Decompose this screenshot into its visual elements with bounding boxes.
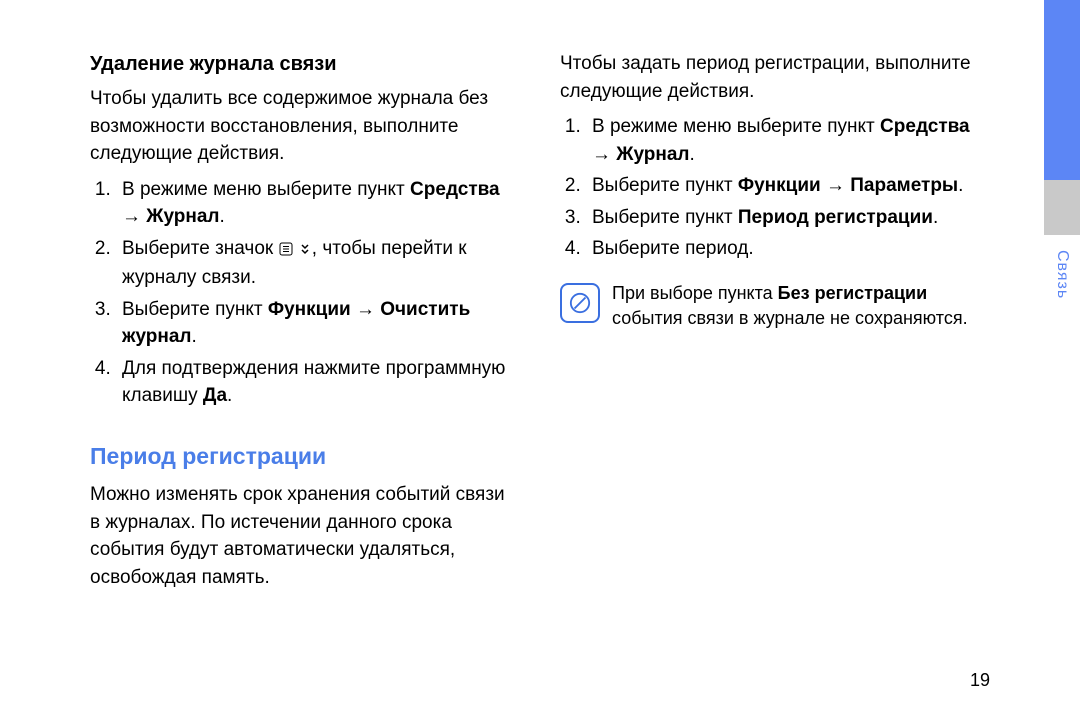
steps-set-period: В режиме меню выберите пункт Средства → … (560, 113, 990, 263)
side-tab-label-wrap: Связь (1044, 250, 1080, 370)
list-item: Выберите значок (116, 235, 520, 292)
left-column: Удаление журнала связи Чтобы удалить все… (90, 50, 520, 592)
note-icon (560, 283, 600, 323)
list-item: В режиме меню выберите пункт Средства → … (116, 176, 520, 231)
side-tab-blue (1044, 0, 1080, 180)
paragraph-registration-period: Можно изменять срок хранения событий свя… (90, 481, 520, 591)
intro-set-period: Чтобы задать период регистрации, выполни… (560, 50, 990, 105)
right-column: Чтобы задать период регистрации, выполни… (560, 50, 990, 592)
list-item: В режиме меню выберите пункт Средства → … (586, 113, 990, 168)
subheading-delete-log: Удаление журнала связи (90, 50, 520, 79)
down-arrows-icon (298, 237, 312, 265)
note-text: При выборе пункта Без регистрации событи… (612, 281, 990, 331)
intro-delete-log: Чтобы удалить все содержимое журнала без… (90, 85, 520, 168)
list-item: Выберите пункт Функции → Параметры. (586, 172, 990, 200)
steps-delete-log: В режиме меню выберите пункт Средства → … (90, 176, 520, 410)
page-number: 19 (970, 670, 990, 691)
list-item: Для подтверждения нажмите программную кл… (116, 355, 520, 410)
list-item: Выберите пункт Период регистрации. (586, 204, 990, 232)
list-item: Выберите пункт Функции → Очистить журнал… (116, 296, 520, 351)
note-box: При выборе пункта Без регистрации событи… (560, 281, 990, 331)
section-title-registration-period: Период регистрации (90, 440, 520, 473)
list-item: Выберите период. (586, 235, 990, 263)
side-tab-label: Связь (1053, 250, 1071, 299)
log-icon (279, 237, 293, 265)
side-tab-gray (1044, 180, 1080, 235)
